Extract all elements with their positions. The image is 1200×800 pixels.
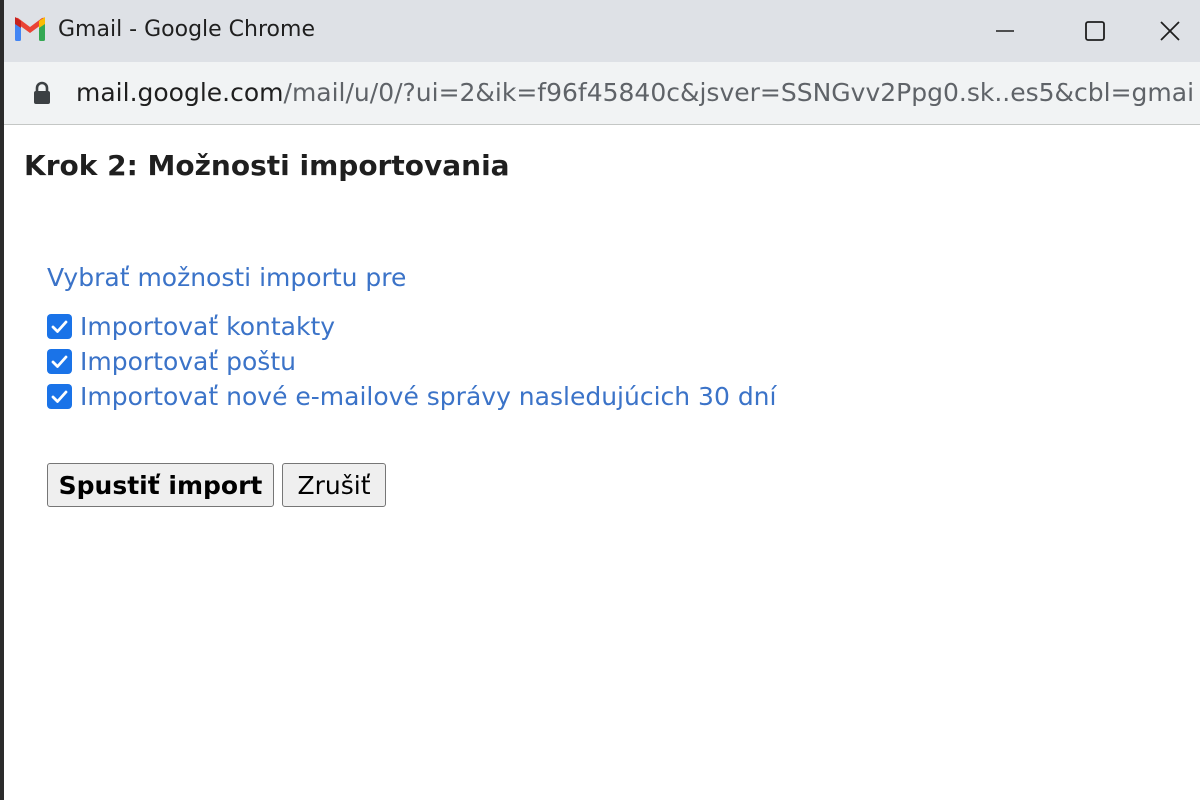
- checkbox-checked-icon[interactable]: [47, 348, 72, 374]
- option-import-mail[interactable]: Importovať poštu: [47, 344, 296, 378]
- checkbox-checked-icon[interactable]: [47, 383, 72, 409]
- address-bar[interactable]: mail.google.com/mail/u/0/?ui=2&ik=f96f45…: [4, 62, 1200, 125]
- title-bar: Gmail - Google Chrome: [4, 0, 1200, 62]
- option-import-contacts[interactable]: Importovať kontakty: [47, 309, 335, 343]
- minimize-button[interactable]: [960, 0, 1050, 62]
- option-import-new-mail[interactable]: Importovať nové e-mailové správy nasledu…: [47, 379, 776, 413]
- option-label[interactable]: Importovať poštu: [80, 347, 296, 376]
- option-label[interactable]: Importovať nové e-mailové správy nasledu…: [80, 382, 776, 411]
- url-host: mail.google.com: [76, 78, 284, 107]
- start-import-button[interactable]: Spustiť import: [47, 463, 274, 507]
- page-title: Krok 2: Možnosti importovania: [24, 149, 510, 182]
- url-text[interactable]: mail.google.com/mail/u/0/?ui=2&ik=f96f45…: [76, 76, 1194, 110]
- gmail-logo-icon: [14, 16, 46, 42]
- lock-icon[interactable]: [32, 81, 52, 105]
- maximize-icon: [1085, 21, 1105, 41]
- close-button[interactable]: [1140, 0, 1200, 62]
- close-icon: [1160, 21, 1180, 41]
- maximize-button[interactable]: [1050, 0, 1140, 62]
- cancel-button[interactable]: Zrušiť: [282, 463, 386, 507]
- import-dialog: Krok 2: Možnosti importovania Vybrať mož…: [4, 127, 1200, 800]
- url-path: /mail/u/0/?ui=2&ik=f96f45840c&jsver=SSNG…: [283, 78, 1194, 107]
- options-label: Vybrať možnosti importu pre: [47, 263, 407, 292]
- option-label[interactable]: Importovať kontakty: [80, 312, 335, 341]
- window-title: Gmail - Google Chrome: [58, 17, 315, 42]
- minimize-icon: [996, 30, 1014, 32]
- checkbox-checked-icon[interactable]: [47, 313, 72, 339]
- browser-window: Gmail - Google Chrome mail.google.com/ma…: [0, 0, 1200, 800]
